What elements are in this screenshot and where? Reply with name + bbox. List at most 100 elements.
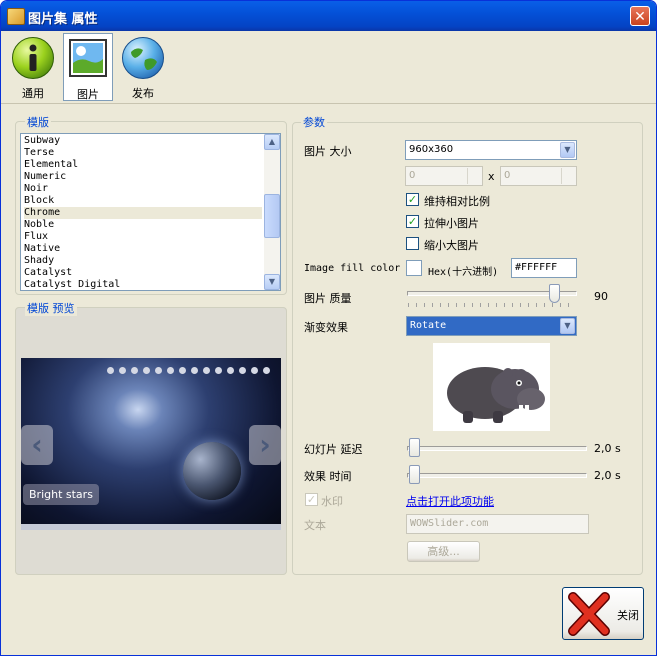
chevron-down-icon[interactable]: ▼: [560, 318, 575, 334]
effect-time-slider-thumb[interactable]: [409, 465, 420, 484]
template-list-item[interactable]: Catalyst: [24, 267, 262, 279]
preview-next-arrow[interactable]: ›: [249, 425, 281, 465]
close-button[interactable]: 关闭: [562, 587, 644, 640]
preview-bullet[interactable]: [131, 367, 138, 374]
slider-tick: [464, 303, 465, 307]
slider-tick: [432, 303, 433, 307]
hex-input[interactable]: #FFFFFF: [511, 258, 577, 278]
close-button-label: 关闭: [617, 609, 639, 622]
slider-preview: ‹ › Bright stars: [21, 358, 281, 530]
template-list-item[interactable]: Numeric: [24, 171, 262, 183]
template-list-item[interactable]: Native: [24, 243, 262, 255]
advanced-button-label: 高级...: [427, 545, 460, 558]
preview-bullet[interactable]: [227, 367, 234, 374]
slider-tick: [552, 303, 553, 307]
keep-ratio-checkbox[interactable]: ✓: [406, 193, 419, 206]
planet-image: [183, 442, 241, 500]
size-combo[interactable]: 960x360 ▼: [405, 140, 577, 160]
size-combo-value: 960x360: [409, 144, 454, 155]
slider-tick: [408, 303, 409, 307]
template-list-item[interactable]: Subway: [24, 135, 262, 147]
spin-arrows-icon[interactable]: [561, 168, 575, 184]
keep-ratio-label: 维持相对比例: [424, 195, 490, 208]
template-list-item[interactable]: Noble: [24, 219, 262, 231]
template-list-item[interactable]: Chrome: [24, 207, 262, 219]
preview-bullet[interactable]: [263, 367, 270, 374]
preview-thumbnail-strip: [21, 524, 281, 530]
template-list-item[interactable]: Block: [24, 195, 262, 207]
scroll-up-button[interactable]: ▲: [264, 134, 280, 150]
tab-general-label: 通用: [22, 87, 44, 100]
watermark-link[interactable]: 点击打开此项功能: [406, 493, 494, 509]
preview-bullet[interactable]: [155, 367, 162, 374]
fill-color-swatch[interactable]: [406, 260, 422, 276]
slider-tick: [560, 303, 561, 307]
shrink-checkbox[interactable]: [406, 237, 419, 250]
slider-tick: [504, 303, 505, 307]
template-list-item[interactable]: Shady: [24, 255, 262, 267]
advanced-button[interactable]: 高级...: [407, 541, 480, 562]
spin-arrows-icon[interactable]: [467, 168, 481, 184]
size-separator: x: [488, 170, 495, 183]
preview-bullet[interactable]: [143, 367, 150, 374]
slider-tick: [496, 303, 497, 307]
template-list-item[interactable]: Terse: [24, 147, 262, 159]
preview-bullet[interactable]: [215, 367, 222, 374]
preview-bullet[interactable]: [107, 367, 114, 374]
tab-images[interactable]: 图片: [63, 33, 113, 101]
transition-value: Rotate: [410, 320, 447, 331]
title-bar[interactable]: 图片集 属性 ✕: [1, 1, 656, 31]
preview-bullet[interactable]: [203, 367, 210, 374]
slider-tick: [528, 303, 529, 307]
slider-tick: [416, 303, 417, 307]
window-close-button[interactable]: ✕: [630, 6, 650, 26]
quality-ticks: [408, 303, 576, 307]
preview-bullet[interactable]: [239, 367, 246, 374]
size-label: 图片 大小: [304, 145, 352, 158]
quality-slider-thumb[interactable]: [549, 284, 560, 303]
scroll-down-button[interactable]: ▼: [264, 274, 280, 290]
height-spinner[interactable]: 0: [500, 166, 577, 186]
slider-tick: [448, 303, 449, 307]
chevron-down-icon[interactable]: ▼: [560, 142, 575, 158]
template-list-item[interactable]: Noir: [24, 183, 262, 195]
transition-label: 渐变效果: [304, 321, 348, 334]
width-spinner[interactable]: 0: [405, 166, 483, 186]
effect-time-slider-track[interactable]: [407, 473, 587, 478]
tab-publish[interactable]: 发布: [118, 33, 168, 101]
params-legend: 参数: [301, 114, 327, 130]
slide-delay-slider-track[interactable]: [407, 446, 587, 451]
preview-prev-arrow[interactable]: ‹: [21, 425, 53, 465]
template-list-item[interactable]: Flux: [24, 231, 262, 243]
slide-delay-value: 2,0 s: [594, 442, 621, 455]
preview-bullet[interactable]: [191, 367, 198, 374]
shrink-label: 缩小大图片: [424, 239, 479, 252]
scroll-thumb[interactable]: [264, 194, 280, 238]
watermark-text-input[interactable]: WOWSlider.com: [406, 514, 589, 534]
tab-images-label: 图片: [77, 88, 99, 101]
close-x-icon: [568, 592, 610, 636]
preview-legend: 模版 预览: [25, 300, 77, 316]
stretch-label: 拉伸小图片: [424, 217, 479, 230]
preview-bullet[interactable]: [251, 367, 258, 374]
image-icon: [69, 39, 107, 77]
effect-time-value: 2,0 s: [594, 469, 621, 482]
template-list-item[interactable]: Catalyst Digital: [24, 279, 262, 290]
stretch-checkbox[interactable]: ✓: [406, 215, 419, 228]
template-list-item[interactable]: Elemental: [24, 159, 262, 171]
slider-tick: [568, 303, 569, 307]
text-label: 文本: [304, 519, 326, 532]
preview-bullet[interactable]: [119, 367, 126, 374]
template-list-scrollbar[interactable]: ▲ ▼: [264, 134, 280, 290]
slider-tick: [456, 303, 457, 307]
transition-combo[interactable]: Rotate ▼: [406, 316, 577, 336]
preview-bullet[interactable]: [167, 367, 174, 374]
template-list[interactable]: Subway Terse Elemental Numeric Noir Block Chro…: [20, 133, 281, 291]
tab-general[interactable]: 通用: [8, 33, 58, 101]
preview-bullet[interactable]: [179, 367, 186, 374]
window-title: 图片集 属性: [28, 12, 98, 27]
watermark-checkbox[interactable]: ✓: [305, 493, 318, 506]
effect-time-label: 效果 时间: [304, 470, 352, 483]
slide-delay-slider-thumb[interactable]: [409, 438, 420, 457]
preview-caption: Bright stars: [23, 484, 99, 505]
